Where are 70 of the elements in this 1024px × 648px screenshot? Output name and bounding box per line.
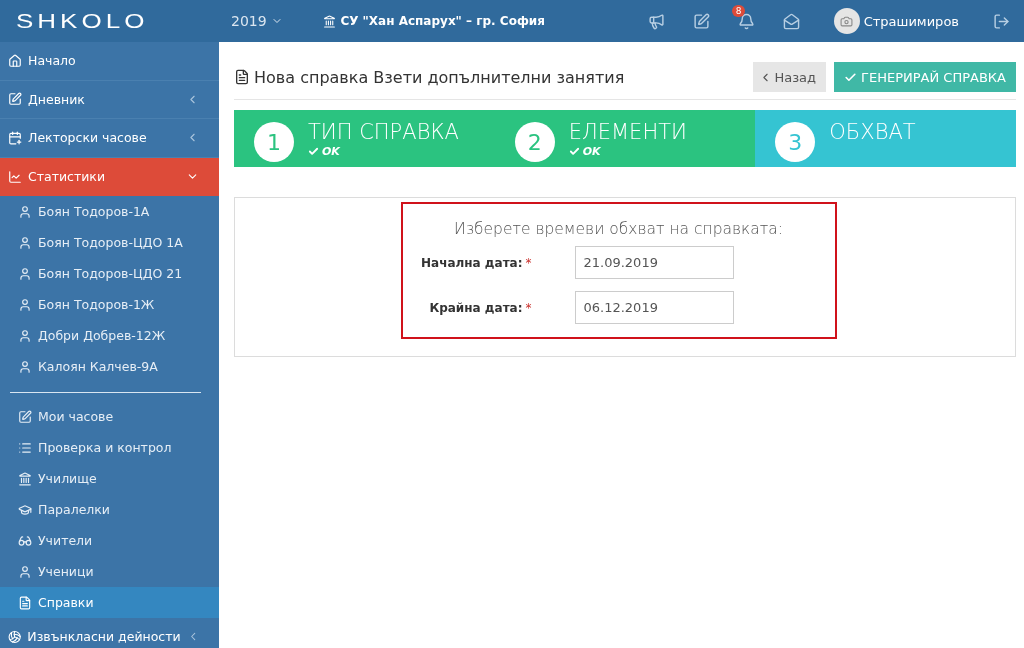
sidebar-item[interactable]: Дневник bbox=[0, 80, 219, 119]
required-mark: * bbox=[524, 300, 533, 315]
sidebar-item[interactable]: Статистики bbox=[0, 157, 219, 196]
sidebar-subitem[interactable]: Училище bbox=[0, 463, 219, 494]
sidebar-subitem[interactable]: Боян Тодоров-1А bbox=[0, 196, 219, 227]
glasses-icon bbox=[18, 533, 32, 548]
step-number: 2 bbox=[514, 122, 555, 162]
chart-icon bbox=[8, 169, 22, 184]
notification-count: 8 bbox=[731, 4, 746, 17]
sidebar-subitem[interactable]: Боян Тодоров-ЦДО 21 bbox=[0, 258, 219, 289]
person-icon bbox=[18, 266, 32, 281]
check-icon bbox=[568, 146, 580, 157]
sidebar-subitem[interactable]: Калоян Калчев-9А bbox=[0, 351, 219, 382]
step-status: OK bbox=[322, 145, 340, 158]
home-icon bbox=[8, 53, 22, 68]
page-title: Нова справка Взети допълнителни занятия bbox=[254, 67, 625, 87]
step-title: ЕЛЕМЕНТИ bbox=[568, 119, 687, 145]
back-button[interactable]: Назад bbox=[753, 62, 827, 92]
sidebar-item[interactable]: Начало bbox=[0, 42, 219, 81]
person-icon bbox=[18, 235, 32, 250]
field-label: Крайна дата: bbox=[428, 300, 523, 315]
step-number: 3 bbox=[775, 122, 816, 162]
step-number: 1 bbox=[254, 122, 294, 162]
sidebar-item[interactable]: Лекторски часове bbox=[0, 119, 219, 158]
form-heading: Изберете времеви обхват на справката: bbox=[452, 220, 785, 238]
school-name: СУ "Хан Аспарух" – гр. София bbox=[340, 14, 545, 28]
ball-icon bbox=[8, 629, 22, 644]
sidebar-subitem[interactable]: Мои часове bbox=[0, 401, 219, 432]
calendar-icon bbox=[8, 130, 22, 145]
document-icon bbox=[234, 69, 250, 85]
sidebar-subitem[interactable]: Боян Тодоров-ЦДО 1А bbox=[0, 227, 219, 258]
field-label: Начална дата: bbox=[420, 255, 523, 270]
messages-button[interactable] bbox=[782, 12, 800, 30]
sidebar-item[interactable]: Извънкласни дейности bbox=[0, 618, 219, 648]
edit-icon bbox=[18, 409, 32, 424]
step-status: OK bbox=[582, 145, 601, 158]
person-icon bbox=[18, 328, 32, 343]
sidebar-subitem[interactable]: Паралелки bbox=[0, 494, 219, 525]
document-icon bbox=[18, 595, 32, 610]
list-icon bbox=[18, 440, 32, 455]
person-icon bbox=[18, 359, 32, 374]
edit-button[interactable] bbox=[692, 12, 710, 30]
date-field[interactable]: 06.12.2019 bbox=[574, 291, 734, 324]
sidebar-subitem[interactable]: Учители bbox=[0, 525, 219, 556]
graduation-cap-icon bbox=[18, 502, 32, 517]
generate-button[interactable]: ГЕНЕРИРАЙ СПРАВКА bbox=[834, 62, 1016, 92]
person-icon bbox=[18, 564, 32, 579]
check-icon bbox=[308, 146, 319, 157]
required-mark: * bbox=[524, 255, 533, 270]
check-icon bbox=[844, 70, 858, 84]
step-title: ОБХВАТ bbox=[829, 119, 916, 145]
notifications-button[interactable] bbox=[737, 12, 755, 30]
building-icon bbox=[18, 471, 32, 486]
person-icon bbox=[18, 204, 32, 219]
avatar bbox=[833, 8, 860, 34]
logout-button[interactable] bbox=[993, 12, 1010, 30]
edit-icon bbox=[8, 92, 22, 107]
logo[interactable]: SHKOLO bbox=[0, 8, 219, 34]
sidebar-subitem[interactable]: Проверка и контрол bbox=[0, 432, 219, 463]
year-dropdown[interactable]: 2019 bbox=[219, 13, 295, 29]
sidebar-subitem[interactable]: Ученици bbox=[0, 556, 219, 587]
person-icon bbox=[18, 297, 32, 312]
sidebar-subitem[interactable]: Боян Тодоров-1Ж bbox=[0, 289, 219, 320]
sidebar-subitem[interactable]: Справки bbox=[0, 587, 219, 618]
user-menu[interactable]: Страшимиров bbox=[827, 7, 965, 35]
sidebar-subitem[interactable]: Добри Добрев-12Ж bbox=[0, 320, 219, 351]
date-field[interactable]: 21.09.2019 bbox=[574, 246, 734, 279]
step-title: ТИП СПРАВКА bbox=[308, 119, 459, 145]
building-icon bbox=[323, 14, 337, 28]
announcements-button[interactable] bbox=[647, 12, 665, 30]
